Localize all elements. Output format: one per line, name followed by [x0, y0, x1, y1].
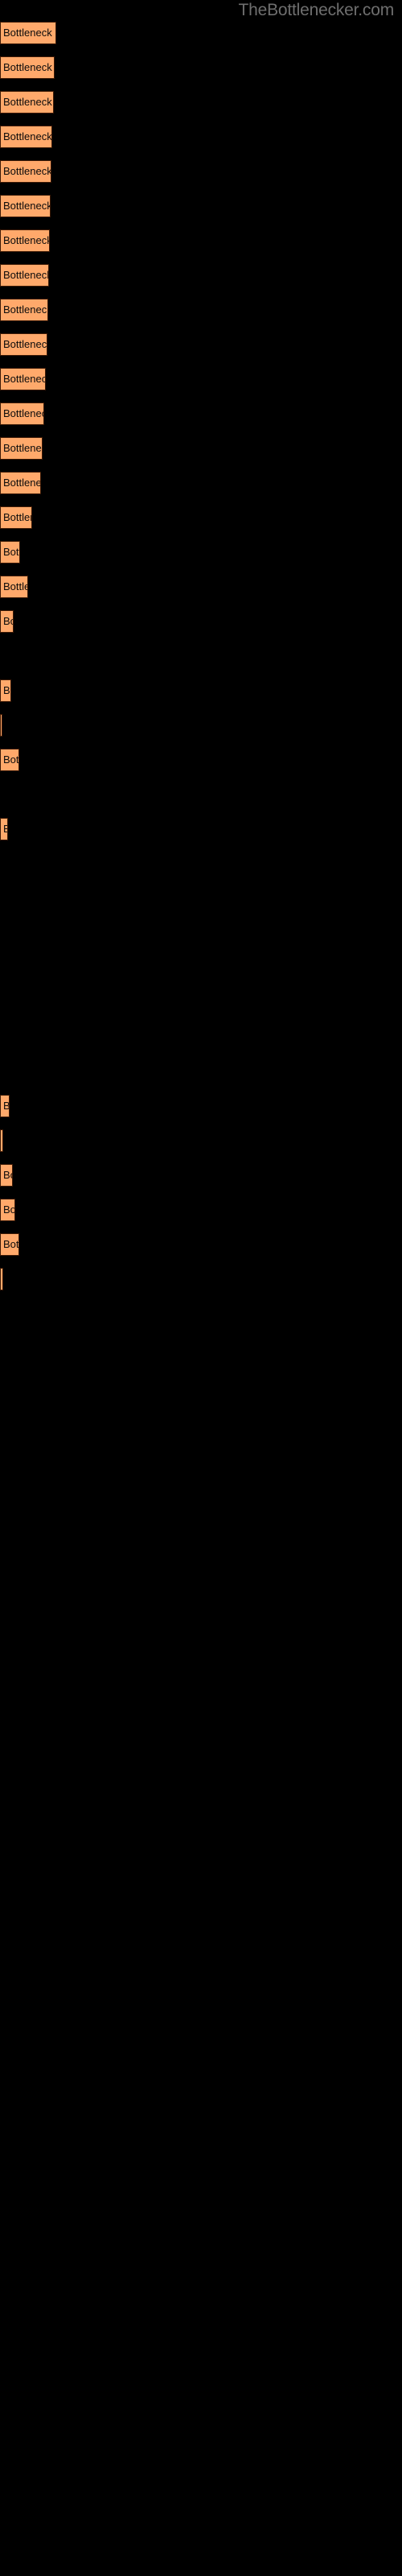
bar-row: Bottleneck result	[0, 541, 402, 564]
plot-area: Bottleneck result Bottleneck result Bottle…	[0, 0, 402, 2576]
bar-row: Bottleneck result	[0, 264, 402, 287]
chart-bar[interactable]: Bottleneck result	[0, 1233, 19, 1256]
chart-bar[interactable]: Bottleneck result	[0, 1268, 3, 1290]
bar-row: Bottleneck result	[0, 299, 402, 321]
chart-bar[interactable]: Bottleneck result	[0, 714, 2, 737]
bar-label: Bottleneck result	[3, 303, 48, 316]
chart-bar[interactable]: Bottleneck result	[0, 749, 19, 771]
bar-row: Bottleneck result	[0, 818, 402, 840]
chart-bar[interactable]: Bottleneck result	[0, 818, 8, 840]
bar-label: Bottleneck result	[3, 130, 52, 142]
chart-bar[interactable]: Bottleneck result	[0, 402, 44, 425]
chart-bar[interactable]: Bottleneck result	[0, 1164, 13, 1187]
bar-row: Bottleneck result	[0, 472, 402, 494]
chart-bar[interactable]: Bottleneck result	[0, 679, 11, 702]
bar-row: Bottleneck result	[0, 714, 402, 737]
chart-bar[interactable]: Bottleneck result	[0, 472, 41, 494]
chart-bar[interactable]: Bottleneck result	[0, 264, 49, 287]
bar-label: Bottleneck result	[3, 1238, 19, 1250]
bar-label: Bottleneck result	[3, 1169, 12, 1181]
chart-bar[interactable]: Bottleneck result	[0, 576, 28, 598]
bar-row: Bottleneck result	[0, 402, 402, 425]
chart-bar[interactable]: Bottleneck result	[0, 437, 43, 460]
chart-bar[interactable]: Bottleneck result	[0, 541, 20, 564]
bar-row: Bottleneck result	[0, 437, 402, 460]
bar-label: Bottleneck result	[3, 546, 19, 558]
bar-row: Bottleneck result	[0, 91, 402, 114]
bar-row: Bottleneck result	[0, 610, 402, 633]
bar-row: Bottleneck result	[0, 1095, 402, 1117]
bar-row: Bottleneck result	[0, 160, 402, 183]
bar-label: Bottleneck result	[3, 338, 47, 350]
bar-row: Bottleneck result	[0, 1164, 402, 1187]
chart-bar[interactable]: Bottleneck result	[0, 126, 52, 148]
bar-label: Bottleneck result	[3, 1203, 15, 1216]
chart-bar[interactable]: Bottleneck result	[0, 299, 48, 321]
bar-label: Bottleneck result	[3, 1100, 10, 1112]
bar-row: Bottleneck result	[0, 56, 402, 79]
bottleneck-bar-chart: TheBottlenecker.com Bottleneck resultBot…	[0, 0, 402, 2576]
chart-bar[interactable]: Bottleneck result	[0, 1129, 3, 1152]
bar-label: Bottleneck result	[3, 407, 43, 419]
bar-row: Bottleneck result	[0, 749, 402, 771]
bar-row: Bottleneck result	[0, 333, 402, 356]
chart-bar[interactable]: Bottleneck result	[0, 610, 14, 633]
chart-bar[interactable]: Bottleneck result	[0, 22, 56, 44]
bar-row: Bottleneck result	[0, 229, 402, 252]
chart-bar[interactable]: Bottleneck result	[0, 368, 46, 390]
bar-label: Bottleneck result	[3, 234, 50, 246]
bar-row: Bottleneck result	[0, 126, 402, 148]
bar-label: Bottleneck result	[3, 96, 53, 108]
bar-row: Bottleneck result	[0, 679, 402, 702]
chart-bar[interactable]: Bottleneck result	[0, 56, 55, 79]
bar-label: Bottleneck result	[3, 373, 45, 385]
bar-label: Bottleneck result	[3, 684, 10, 696]
bar-label: Bottleneck result	[3, 477, 41, 489]
chart-bar[interactable]: Bottleneck result	[0, 1199, 15, 1221]
chart-bar[interactable]: Bottleneck result	[0, 91, 54, 114]
bar-row: Bottleneck result	[0, 22, 402, 44]
bar-label: Bottleneck result	[3, 27, 55, 39]
chart-bar[interactable]: Bottleneck result	[0, 195, 51, 217]
bar-row: Bottleneck result	[0, 506, 402, 529]
bar-label: Bottleneck result	[3, 615, 13, 627]
bar-label: Bottleneck result	[3, 753, 19, 766]
chart-bar[interactable]: Bottleneck result	[0, 506, 32, 529]
bar-label: Bottleneck result	[3, 165, 51, 177]
bar-row: Bottleneck result	[0, 1199, 402, 1221]
chart-bar[interactable]: Bottleneck result	[0, 333, 47, 356]
chart-bar[interactable]: Bottleneck result	[0, 160, 51, 183]
bar-label: Bottleneck result	[3, 442, 42, 454]
bar-label: Bottleneck result	[3, 200, 51, 212]
bar-label: Bottleneck result	[3, 269, 49, 281]
bar-label: Bottleneck result	[3, 824, 7, 835]
bar-row: Bottleneck result	[0, 1268, 402, 1290]
bar-label: Bottleneck result	[3, 580, 27, 592]
chart-bar[interactable]: Bottleneck result	[0, 229, 50, 252]
bar-row: Bottleneck result	[0, 1129, 402, 1152]
bar-row: Bottleneck result	[0, 195, 402, 217]
bar-label: Bottleneck result	[3, 61, 54, 73]
bar-row: Bottleneck result	[0, 368, 402, 390]
bar-row: Bottleneck result	[0, 1233, 402, 1256]
chart-bar[interactable]: Bottleneck result	[0, 1095, 10, 1117]
bar-row: Bottleneck result	[0, 576, 402, 598]
bar-label: Bottleneck result	[3, 511, 31, 523]
